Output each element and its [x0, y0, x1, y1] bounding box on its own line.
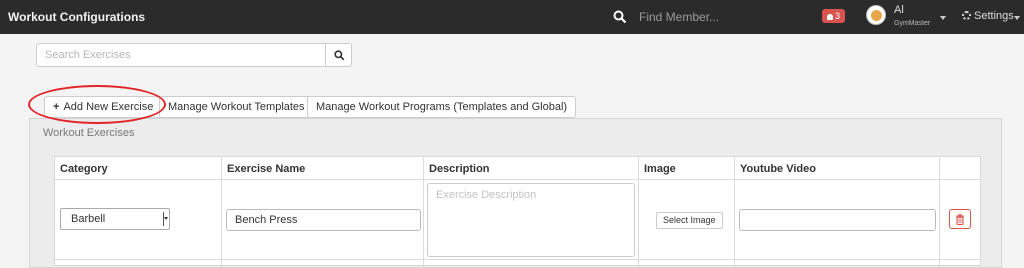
- header-image: Image: [644, 163, 676, 175]
- header-youtube-video: Youtube Video: [740, 163, 816, 175]
- avatar[interactable]: [866, 5, 886, 25]
- chevron-down-icon: [164, 217, 168, 220]
- bell-icon: [827, 13, 833, 20]
- category-select[interactable]: Barbell: [60, 208, 170, 230]
- header-description: Description: [429, 163, 490, 175]
- chevron-down-icon[interactable]: [940, 16, 946, 20]
- tab-manage-workout-programs[interactable]: Manage Workout Programs (Templates and G…: [307, 96, 577, 118]
- exercise-table: Category Exercise Name Description Image…: [54, 156, 981, 267]
- user-org: GymMaster: [894, 20, 931, 27]
- header-divider: [55, 179, 980, 180]
- exercise-name-input[interactable]: [226, 209, 421, 231]
- search-icon[interactable]: [613, 10, 627, 24]
- tab-manage-workout-templates[interactable]: Manage Workout Templates: [159, 96, 314, 118]
- user-name[interactable]: Al: [894, 4, 904, 16]
- settings-label: Settings: [974, 10, 1014, 22]
- tab-label: Manage Workout Templates: [168, 101, 305, 113]
- tab-label: Manage Workout Programs (Templates and G…: [316, 101, 568, 113]
- settings-menu[interactable]: Settings: [962, 10, 1014, 22]
- delete-button[interactable]: [949, 209, 971, 229]
- trash-icon: [956, 213, 964, 225]
- header-category: Category: [60, 163, 108, 175]
- notification-count: 3: [835, 11, 841, 21]
- chevron-down-icon[interactable]: [1014, 16, 1020, 20]
- gear-icon: [962, 11, 971, 20]
- header-exercise-name: Exercise Name: [227, 163, 306, 175]
- row-divider: [55, 259, 980, 260]
- category-value: Barbell: [71, 213, 106, 225]
- select-image-button[interactable]: Select Image: [656, 212, 723, 229]
- notification-badge[interactable]: 3: [822, 9, 846, 23]
- search-button[interactable]: [325, 44, 352, 66]
- top-navbar: Workout Configurations Find Member... 3 …: [0, 0, 1024, 34]
- avatar-image: [871, 10, 882, 21]
- panel-title: Workout Exercises: [43, 127, 135, 139]
- youtube-video-input[interactable]: [739, 209, 936, 231]
- search-input[interactable]: [37, 44, 325, 66]
- exercise-search: [36, 43, 352, 67]
- search-icon: [333, 49, 344, 60]
- find-member-input[interactable]: Find Member...: [639, 10, 719, 24]
- page-title: Workout Configurations: [8, 10, 146, 24]
- description-textarea[interactable]: [427, 183, 635, 257]
- highlight-annotation: [28, 85, 166, 124]
